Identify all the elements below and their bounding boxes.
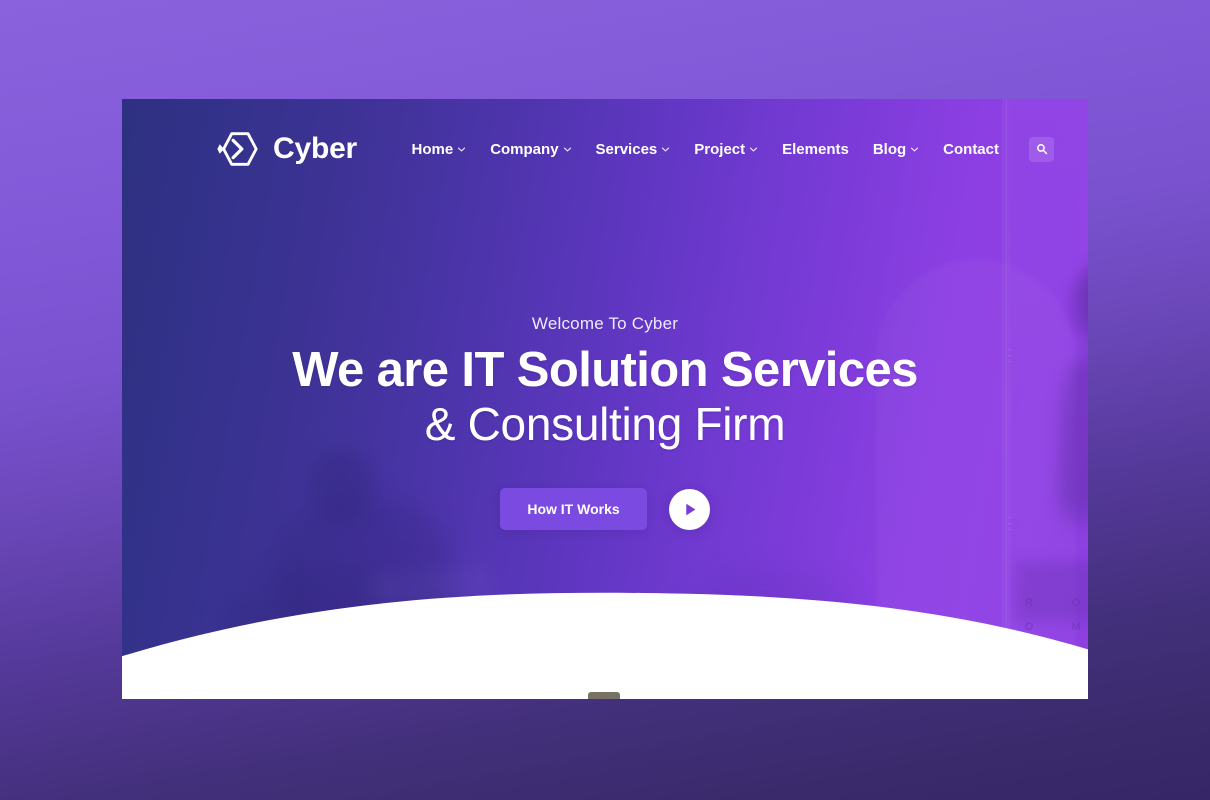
nav-item-contact[interactable]: Contact [943, 141, 999, 158]
hero-actions: How IT Works [500, 488, 710, 531]
main-navigation: Home Company Services Project Elements B… [412, 136, 1054, 162]
nav-label: Project [694, 140, 746, 158]
nav-item-home[interactable]: Home [412, 141, 467, 158]
nav-item-company[interactable]: Company [490, 141, 571, 158]
nav-label: Elements [782, 140, 849, 158]
bottom-foreground-object [588, 692, 620, 699]
nav-item-blog[interactable]: Blog [873, 141, 919, 158]
website-screenshot-panel: R O O M Cyber Home [122, 99, 1088, 699]
play-icon [685, 503, 696, 516]
nav-item-services[interactable]: Services [596, 141, 671, 158]
hero-headline-line1: We are IT Solution Services [292, 343, 918, 397]
brand-logo[interactable]: Cyber [214, 126, 357, 172]
chevron-down-icon [911, 147, 919, 152]
hero-headline-line2: & Consulting Firm [424, 397, 786, 450]
nav-label: Company [490, 140, 559, 158]
brand-name: Cyber [273, 132, 358, 165]
site-header: Cyber Home Company Services Project Elem… [122, 99, 1088, 199]
search-icon [1036, 144, 1047, 155]
nav-item-project[interactable]: Project [694, 141, 758, 158]
how-it-works-button[interactable]: How IT Works [500, 488, 647, 531]
chevron-down-icon [458, 147, 466, 152]
cyber-hexagon-chevron-logo-icon [217, 132, 258, 166]
play-video-button[interactable] [668, 488, 710, 530]
hero-eyebrow: Welcome To Cyber [531, 314, 679, 333]
nav-label: Blog [872, 140, 907, 158]
search-button[interactable] [1029, 136, 1054, 162]
chevron-down-icon [563, 147, 571, 152]
chevron-down-icon [662, 147, 670, 152]
page-backdrop: R O O M Cyber Home [0, 0, 1210, 800]
chevron-down-icon [750, 147, 758, 152]
nav-label: Home [411, 140, 454, 158]
nav-label: Services [595, 140, 658, 158]
nav-label: Contact [943, 140, 999, 158]
nav-item-elements[interactable]: Elements [782, 141, 849, 158]
